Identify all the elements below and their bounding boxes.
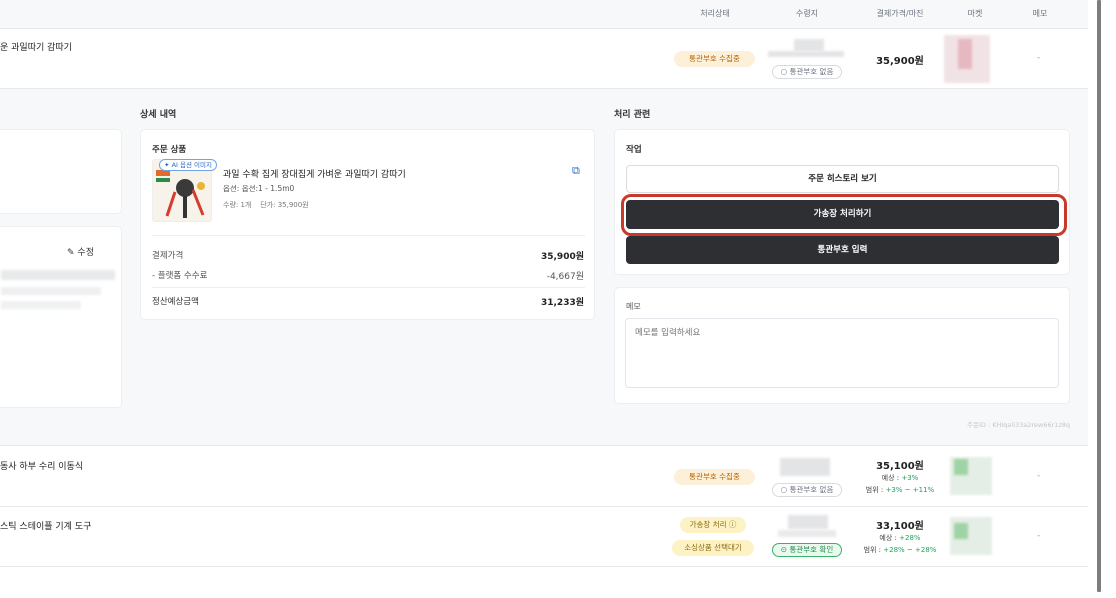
- order-detail-panel: ✎ 수정 상세 내역 주문 상품 ✦ AI 옵션 이미지 과일 수확 집게 장대…: [0, 89, 1088, 446]
- customer-card: [0, 129, 122, 214]
- memo-value: -: [1037, 471, 1041, 481]
- customs-status-badge: ○ 통관부호 없음: [772, 483, 842, 497]
- order-product-card: 주문 상품 ✦ AI 옵션 이미지 과일 수확 집게 장대집게 가벼운 과일따기…: [140, 129, 595, 320]
- margin-range: 범위 : +3% ~ +11%: [865, 486, 935, 494]
- settlement-label: 정산예상금액: [152, 297, 199, 307]
- payment-label: 결제가격: [152, 251, 184, 261]
- shield-icon: ○: [780, 485, 788, 494]
- market-logo-blurred: [954, 523, 968, 539]
- market-logo-blurred: [958, 39, 972, 69]
- recipient-blurred: [768, 51, 844, 57]
- address-blurred: [1, 270, 115, 280]
- expected-margin: 예상 : +3%: [881, 474, 919, 482]
- price-value: 35,900원: [876, 56, 924, 67]
- address-blurred: [1, 301, 81, 309]
- memo-input[interactable]: [625, 318, 1059, 388]
- work-title: 작업: [626, 145, 642, 155]
- temp-invoice-button[interactable]: 가송장 처리하기: [626, 200, 1059, 229]
- order-id: 주문ID : KHIqali33a2rew66r1z8q: [967, 421, 1070, 429]
- order-product-title: 주문 상품: [152, 145, 187, 155]
- payment-value: 35,900원: [540, 252, 584, 262]
- price-value: 35,100원: [876, 461, 924, 472]
- column-recipient: 수령지: [795, 9, 819, 18]
- product-qty-price: 수량: 1개 단가: 35,900원: [223, 201, 309, 209]
- address-card: ✎ 수정: [0, 226, 122, 408]
- recipient-blurred: [778, 530, 836, 537]
- processing-section-title: 처리 관련: [614, 110, 651, 120]
- work-card: 작업 주문 히스토리 보기 가송장 처리하기 통관부호 입력: [614, 129, 1070, 275]
- memo-card: 메모: [614, 287, 1070, 404]
- status-badge: 가송장 처리 ⓘ: [680, 517, 746, 533]
- scrollbar-track[interactable]: [1088, 0, 1116, 598]
- recipient-blurred: [788, 515, 828, 529]
- divider: [152, 235, 585, 236]
- info-icon[interactable]: ⓘ: [729, 520, 737, 529]
- shield-icon: ○: [780, 67, 788, 76]
- column-status: 처리상태: [700, 9, 730, 18]
- recipient-blurred: [780, 458, 830, 476]
- status-badge: 통관부호 수집중: [674, 469, 755, 485]
- table-header: 처리상태 수령지 결제가격/마진 마켓 메모: [0, 0, 1088, 29]
- fee-label: - 플랫폼 수수료: [152, 271, 208, 281]
- sourcing-status-badge: 소싱상품 선택대기: [672, 540, 754, 556]
- recipient-blurred: [794, 39, 824, 51]
- external-link-icon[interactable]: ⧉: [572, 164, 580, 178]
- table-row[interactable]: 동사 하부 수리 이동식 통관부호 수집중 ○ 통관부호 없음 35,100원 …: [0, 447, 1088, 507]
- settlement-value: 31,233원: [540, 298, 584, 308]
- expected-margin: 예상 : +28%: [879, 534, 921, 542]
- order-history-button[interactable]: 주문 히스토리 보기: [626, 165, 1059, 193]
- customs-code-button[interactable]: 통관부호 입력: [626, 236, 1059, 264]
- divider: [152, 287, 585, 288]
- customs-status-badge: ⊙ 통관부호 확인: [772, 543, 842, 557]
- memo-value: -: [1037, 53, 1041, 63]
- fee-value: -4,667원: [546, 272, 584, 282]
- margin-range: 범위 : +28% ~ +28%: [863, 546, 937, 554]
- product-title[interactable]: 운 과일따기 감따기: [0, 40, 72, 53]
- sparkle-icon: ✦: [164, 161, 170, 169]
- market-logo-blurred: [954, 459, 968, 475]
- product-name[interactable]: 과일 수확 집게 장대집게 가벼운 과일따기 감따기: [223, 167, 406, 180]
- column-market: 마켓: [967, 9, 983, 18]
- memo-title: 메모: [626, 302, 641, 311]
- product-title[interactable]: 스틱 스테이플 기계 도구: [0, 519, 91, 532]
- ai-option-badge: ✦ AI 옵션 이미지: [159, 159, 217, 171]
- product-title[interactable]: 동사 하부 수리 이동식: [0, 459, 83, 472]
- column-memo: 메모: [1032, 9, 1048, 18]
- detail-section-title: 상세 내역: [140, 110, 177, 120]
- table-row[interactable]: 스틱 스테이플 기계 도구 가송장 처리 ⓘ 소싱상품 선택대기 ⊙ 통관부호 …: [0, 507, 1088, 567]
- product-option: 옵션: 옵션:1 - 1.5m0: [223, 184, 295, 193]
- address-blurred: [1, 287, 101, 295]
- check-circle-icon: ⊙: [780, 545, 788, 554]
- column-price-margin: 결제가격/마진: [876, 9, 924, 18]
- edit-button[interactable]: ✎ 수정: [67, 245, 94, 258]
- customs-status-badge: ○ 통관부호 없음: [772, 65, 842, 79]
- price-value: 33,100원: [876, 521, 924, 532]
- pencil-icon: ✎: [67, 248, 75, 258]
- memo-value: -: [1037, 531, 1041, 541]
- status-badge: 통관부호 수집중: [674, 51, 755, 67]
- table-row[interactable]: 운 과일따기 감따기 통관부호 수집중 ○ 통관부호 없음 35,900원 -: [0, 29, 1088, 89]
- scrollbar-thumb[interactable]: [1097, 0, 1101, 592]
